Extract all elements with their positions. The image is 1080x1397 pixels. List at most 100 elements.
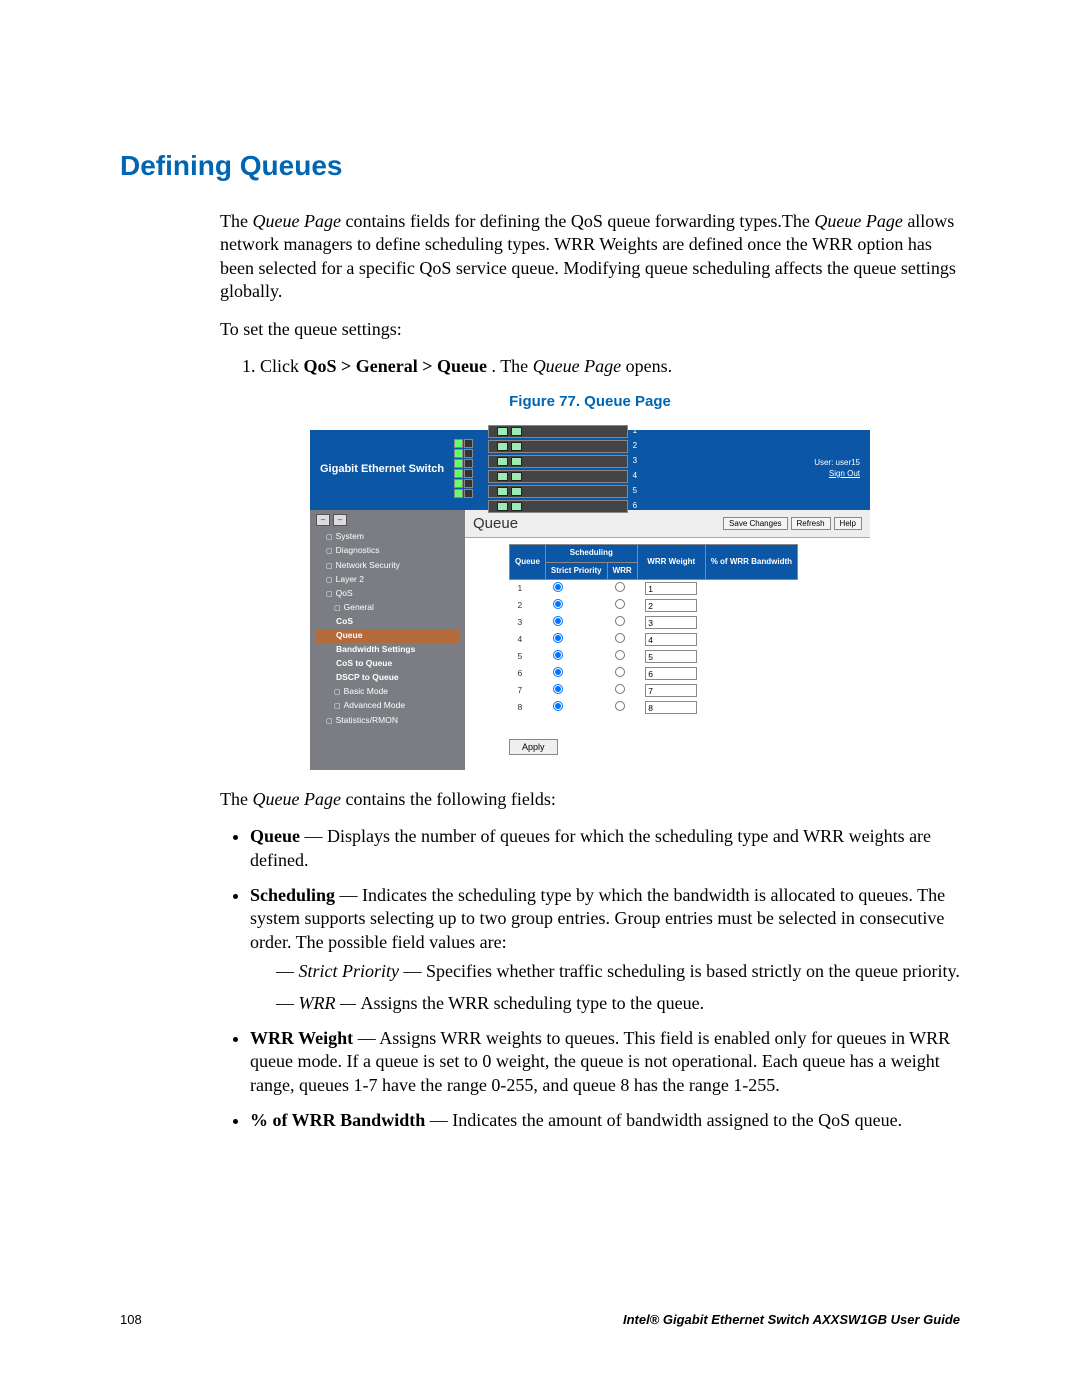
stack-unit[interactable]: 3 bbox=[488, 455, 628, 468]
stack-unit[interactable]: 1 bbox=[488, 425, 628, 438]
nav-qos[interactable]: QoS bbox=[316, 586, 459, 600]
table-row: 8 bbox=[510, 699, 798, 716]
radio-strict-priority[interactable] bbox=[553, 599, 563, 609]
radio-wrr[interactable] bbox=[615, 599, 625, 609]
radio-strict-priority[interactable] bbox=[553, 650, 563, 660]
input-wrr-weight[interactable] bbox=[645, 650, 697, 663]
radio-wrr[interactable] bbox=[615, 684, 625, 694]
field-wrr-weight: WRR Weight — Assigns WRR weights to queu… bbox=[250, 1027, 960, 1097]
footer-title: Intel® Gigabit Ethernet Switch AXXSW1GB … bbox=[623, 1312, 960, 1327]
tree-expand-icon[interactable]: – bbox=[316, 514, 330, 526]
nav-advanced-mode[interactable]: Advanced Mode bbox=[316, 699, 459, 713]
radio-wrr[interactable] bbox=[615, 667, 625, 677]
t: — Assigns WRR weights to queues. This fi… bbox=[250, 1028, 950, 1095]
nav-system[interactable]: System bbox=[316, 530, 459, 544]
cell-queue-index: 8 bbox=[510, 699, 546, 716]
nav-diagnostics[interactable]: Diagnostics bbox=[316, 544, 459, 558]
radio-strict-priority[interactable] bbox=[553, 684, 563, 694]
table-row: 3 bbox=[510, 614, 798, 631]
t: — Displays the number of queues for whic… bbox=[250, 826, 931, 869]
radio-wrr[interactable] bbox=[615, 633, 625, 643]
nav-tree: – – System Diagnostics Network Security … bbox=[310, 510, 465, 770]
nav-cos[interactable]: CoS bbox=[316, 614, 459, 628]
section-heading: Defining Queues bbox=[120, 150, 960, 182]
user-label: User: user15 bbox=[814, 458, 860, 468]
t: Queue Page bbox=[252, 211, 340, 231]
radio-strict-priority[interactable] bbox=[553, 582, 563, 592]
col-wrr-weight: WRR Weight bbox=[637, 545, 705, 580]
stack-unit[interactable]: 5 bbox=[488, 485, 628, 498]
input-wrr-weight[interactable] bbox=[645, 582, 697, 595]
radio-strict-priority[interactable] bbox=[553, 667, 563, 677]
help-button[interactable]: Help bbox=[834, 517, 862, 530]
t: . The bbox=[492, 356, 533, 376]
stack-unit[interactable]: 2 bbox=[488, 440, 628, 453]
input-wrr-weight[interactable] bbox=[645, 616, 697, 629]
cell-queue-index: 4 bbox=[510, 631, 546, 648]
radio-strict-priority[interactable] bbox=[553, 701, 563, 711]
input-wrr-weight[interactable] bbox=[645, 599, 697, 612]
nav-cos-to-queue[interactable]: CoS to Queue bbox=[316, 657, 459, 671]
t: Assigns the WRR scheduling type to the q… bbox=[361, 993, 705, 1013]
stack-unit[interactable]: 6 bbox=[488, 500, 628, 513]
radio-wrr[interactable] bbox=[615, 701, 625, 711]
nav-dscp-to-queue[interactable]: DSCP to Queue bbox=[316, 671, 459, 685]
t: Queue Page bbox=[252, 789, 340, 809]
cell-queue-index: 6 bbox=[510, 665, 546, 682]
nav-bandwidth-settings[interactable]: Bandwidth Settings bbox=[316, 643, 459, 657]
cell-queue-index: 5 bbox=[510, 648, 546, 665]
intro-paragraph: The Queue Page contains fields for defin… bbox=[220, 210, 960, 304]
col-wrr: WRR bbox=[607, 562, 637, 579]
t: — Indicates the scheduling type by which… bbox=[250, 885, 945, 952]
t: — Specifies whether traffic scheduling i… bbox=[404, 961, 960, 981]
t: % of WRR Bandwidth bbox=[250, 1110, 425, 1130]
radio-wrr[interactable] bbox=[615, 616, 625, 626]
nav-layer2[interactable]: Layer 2 bbox=[316, 572, 459, 586]
input-wrr-weight[interactable] bbox=[645, 684, 697, 697]
nav-queue[interactable]: Queue bbox=[316, 629, 459, 643]
save-changes-button[interactable]: Save Changes bbox=[723, 517, 787, 530]
radio-wrr[interactable] bbox=[615, 650, 625, 660]
nav-statistics-rmon[interactable]: Statistics/RMON bbox=[316, 713, 459, 727]
table-row: 5 bbox=[510, 648, 798, 665]
nav-general[interactable]: General bbox=[316, 600, 459, 614]
port-indicators bbox=[454, 439, 482, 499]
content-title: Queue bbox=[473, 514, 518, 534]
step-1: Click QoS > General > Queue . The Queue … bbox=[260, 355, 960, 378]
refresh-button[interactable]: Refresh bbox=[791, 517, 831, 530]
t: Queue Page bbox=[814, 211, 902, 231]
input-wrr-weight[interactable] bbox=[645, 667, 697, 680]
figure-caption: Figure 77. Queue Page bbox=[220, 392, 960, 412]
t: Click bbox=[260, 356, 304, 376]
page-footer: 108 Intel® Gigabit Ethernet Switch AXXSW… bbox=[120, 1312, 960, 1327]
stack-unit[interactable]: 4 bbox=[488, 470, 628, 483]
table-row: 4 bbox=[510, 631, 798, 648]
radio-wrr[interactable] bbox=[615, 582, 625, 592]
input-wrr-weight[interactable] bbox=[645, 701, 697, 714]
col-scheduling: Scheduling bbox=[545, 545, 637, 562]
nav-network-security[interactable]: Network Security bbox=[316, 558, 459, 572]
table-row: 6 bbox=[510, 665, 798, 682]
t: contains the following fields: bbox=[345, 789, 555, 809]
input-wrr-weight[interactable] bbox=[645, 633, 697, 646]
fields-list: Queue — Displays the number of queues fo… bbox=[220, 825, 960, 1132]
cell-wrr-bandwidth bbox=[705, 614, 797, 631]
tree-collapse-icon[interactable]: – bbox=[333, 514, 347, 526]
nav-basic-mode[interactable]: Basic Mode bbox=[316, 685, 459, 699]
sign-out-link[interactable]: Sign Out bbox=[829, 469, 860, 478]
cell-wrr-bandwidth bbox=[705, 699, 797, 716]
t: WRR Weight bbox=[250, 1028, 353, 1048]
field-scheduling: Scheduling — Indicates the scheduling ty… bbox=[250, 884, 960, 1015]
t: Scheduling bbox=[250, 885, 335, 905]
t: opens. bbox=[626, 356, 673, 376]
cell-queue-index: 3 bbox=[510, 614, 546, 631]
fields-lead: The Queue Page contains the following fi… bbox=[220, 788, 960, 811]
cell-wrr-bandwidth bbox=[705, 580, 797, 598]
apply-button[interactable]: Apply bbox=[509, 739, 558, 755]
radio-strict-priority[interactable] bbox=[553, 633, 563, 643]
content-titlebar: Queue Save Changes Refresh Help bbox=[465, 510, 870, 539]
field-queue: Queue — Displays the number of queues fo… bbox=[250, 825, 960, 872]
field-wrr-bandwidth: % of WRR Bandwidth — Indicates the amoun… bbox=[250, 1109, 960, 1132]
t: Queue bbox=[250, 826, 300, 846]
radio-strict-priority[interactable] bbox=[553, 616, 563, 626]
